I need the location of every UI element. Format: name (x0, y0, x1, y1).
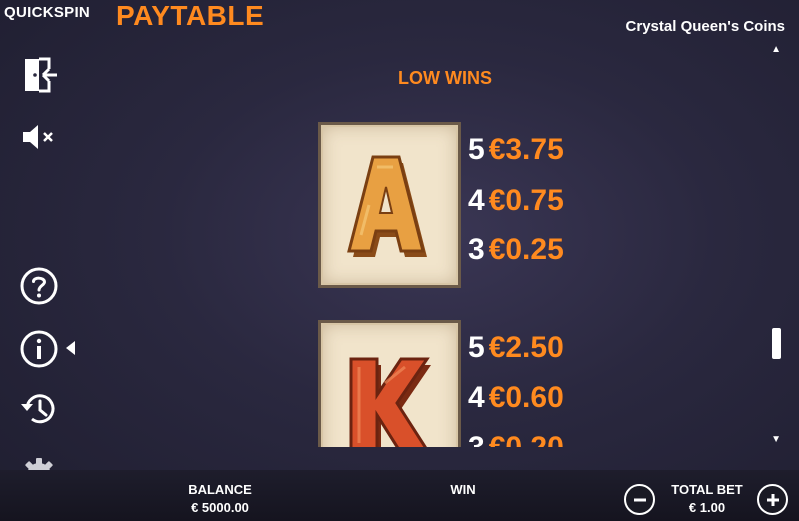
decrease-bet-button[interactable] (624, 484, 655, 515)
total-bet-label: TOTAL BET (671, 482, 743, 497)
pay-amount: €2.50 (488, 331, 564, 364)
symbol-a-icon (347, 155, 427, 257)
pay-line: 5 €3.75 (468, 130, 564, 170)
pay-count: 4 (468, 381, 485, 414)
exit-button[interactable] (18, 54, 60, 96)
scroll-up-arrow-icon[interactable]: ▲ (771, 44, 781, 55)
help-button[interactable] (18, 265, 60, 307)
paytable-scroll-area[interactable]: A 5 €3.75 4 €0.75 3 €0.25 K 5 €2.50 4 €0… (300, 110, 600, 447)
exit-door-icon (25, 57, 57, 93)
increase-bet-button[interactable] (757, 484, 788, 515)
plus-icon (766, 493, 779, 506)
pay-count: 5 (468, 331, 485, 364)
minus-icon (633, 498, 646, 501)
win-label: WIN (450, 482, 476, 497)
balance-value: € 5000.00 (191, 500, 249, 515)
pay-line: 4 €0.75 (468, 181, 564, 221)
pay-amount: €0.60 (488, 381, 564, 414)
sound-muted-icon (23, 125, 53, 149)
balance-label: BALANCE (188, 482, 252, 497)
pay-line: 4 €0.60 (468, 378, 564, 418)
pay-line: 5 €2.50 (468, 328, 564, 368)
page-title: PAYTABLE (116, 0, 265, 31)
win-display: WIN (430, 482, 496, 497)
symbol-card-a: A (318, 122, 461, 288)
history-button[interactable] (18, 388, 60, 430)
pay-count: 5 (468, 133, 485, 166)
symbol-k-icon (349, 357, 431, 447)
pay-amount: €3.75 (488, 133, 564, 166)
pay-amount: €0.75 (488, 184, 564, 217)
pay-count: 4 (468, 184, 485, 217)
total-bet-display: TOTAL BET € 1.00 (666, 482, 748, 515)
brand-logo: QUICKSPIN (4, 4, 91, 21)
scrollbar-thumb[interactable] (772, 328, 781, 359)
balance-display: BALANCE € 5000.00 (170, 482, 270, 515)
game-name: Crystal Queen's Coins (625, 18, 785, 35)
active-indicator-icon (66, 341, 75, 355)
section-title: LOW WINS (398, 68, 492, 88)
pay-amount: €0.25 (488, 233, 564, 266)
pay-count: 3 (468, 233, 485, 266)
info-button[interactable] (18, 328, 60, 370)
pay-count: 3 (468, 431, 485, 447)
total-bet-value: € 1.00 (688, 500, 726, 515)
scroll-down-arrow-icon[interactable]: ▼ (771, 434, 781, 445)
sound-button[interactable] (18, 116, 60, 158)
pay-line: 3 €0.20 (468, 428, 564, 447)
help-icon (20, 267, 58, 305)
pay-line: 3 €0.25 (468, 230, 564, 270)
pay-amount: €0.20 (489, 431, 564, 447)
history-icon (21, 394, 55, 424)
symbol-card-k: K (318, 320, 461, 447)
info-icon (20, 330, 58, 368)
